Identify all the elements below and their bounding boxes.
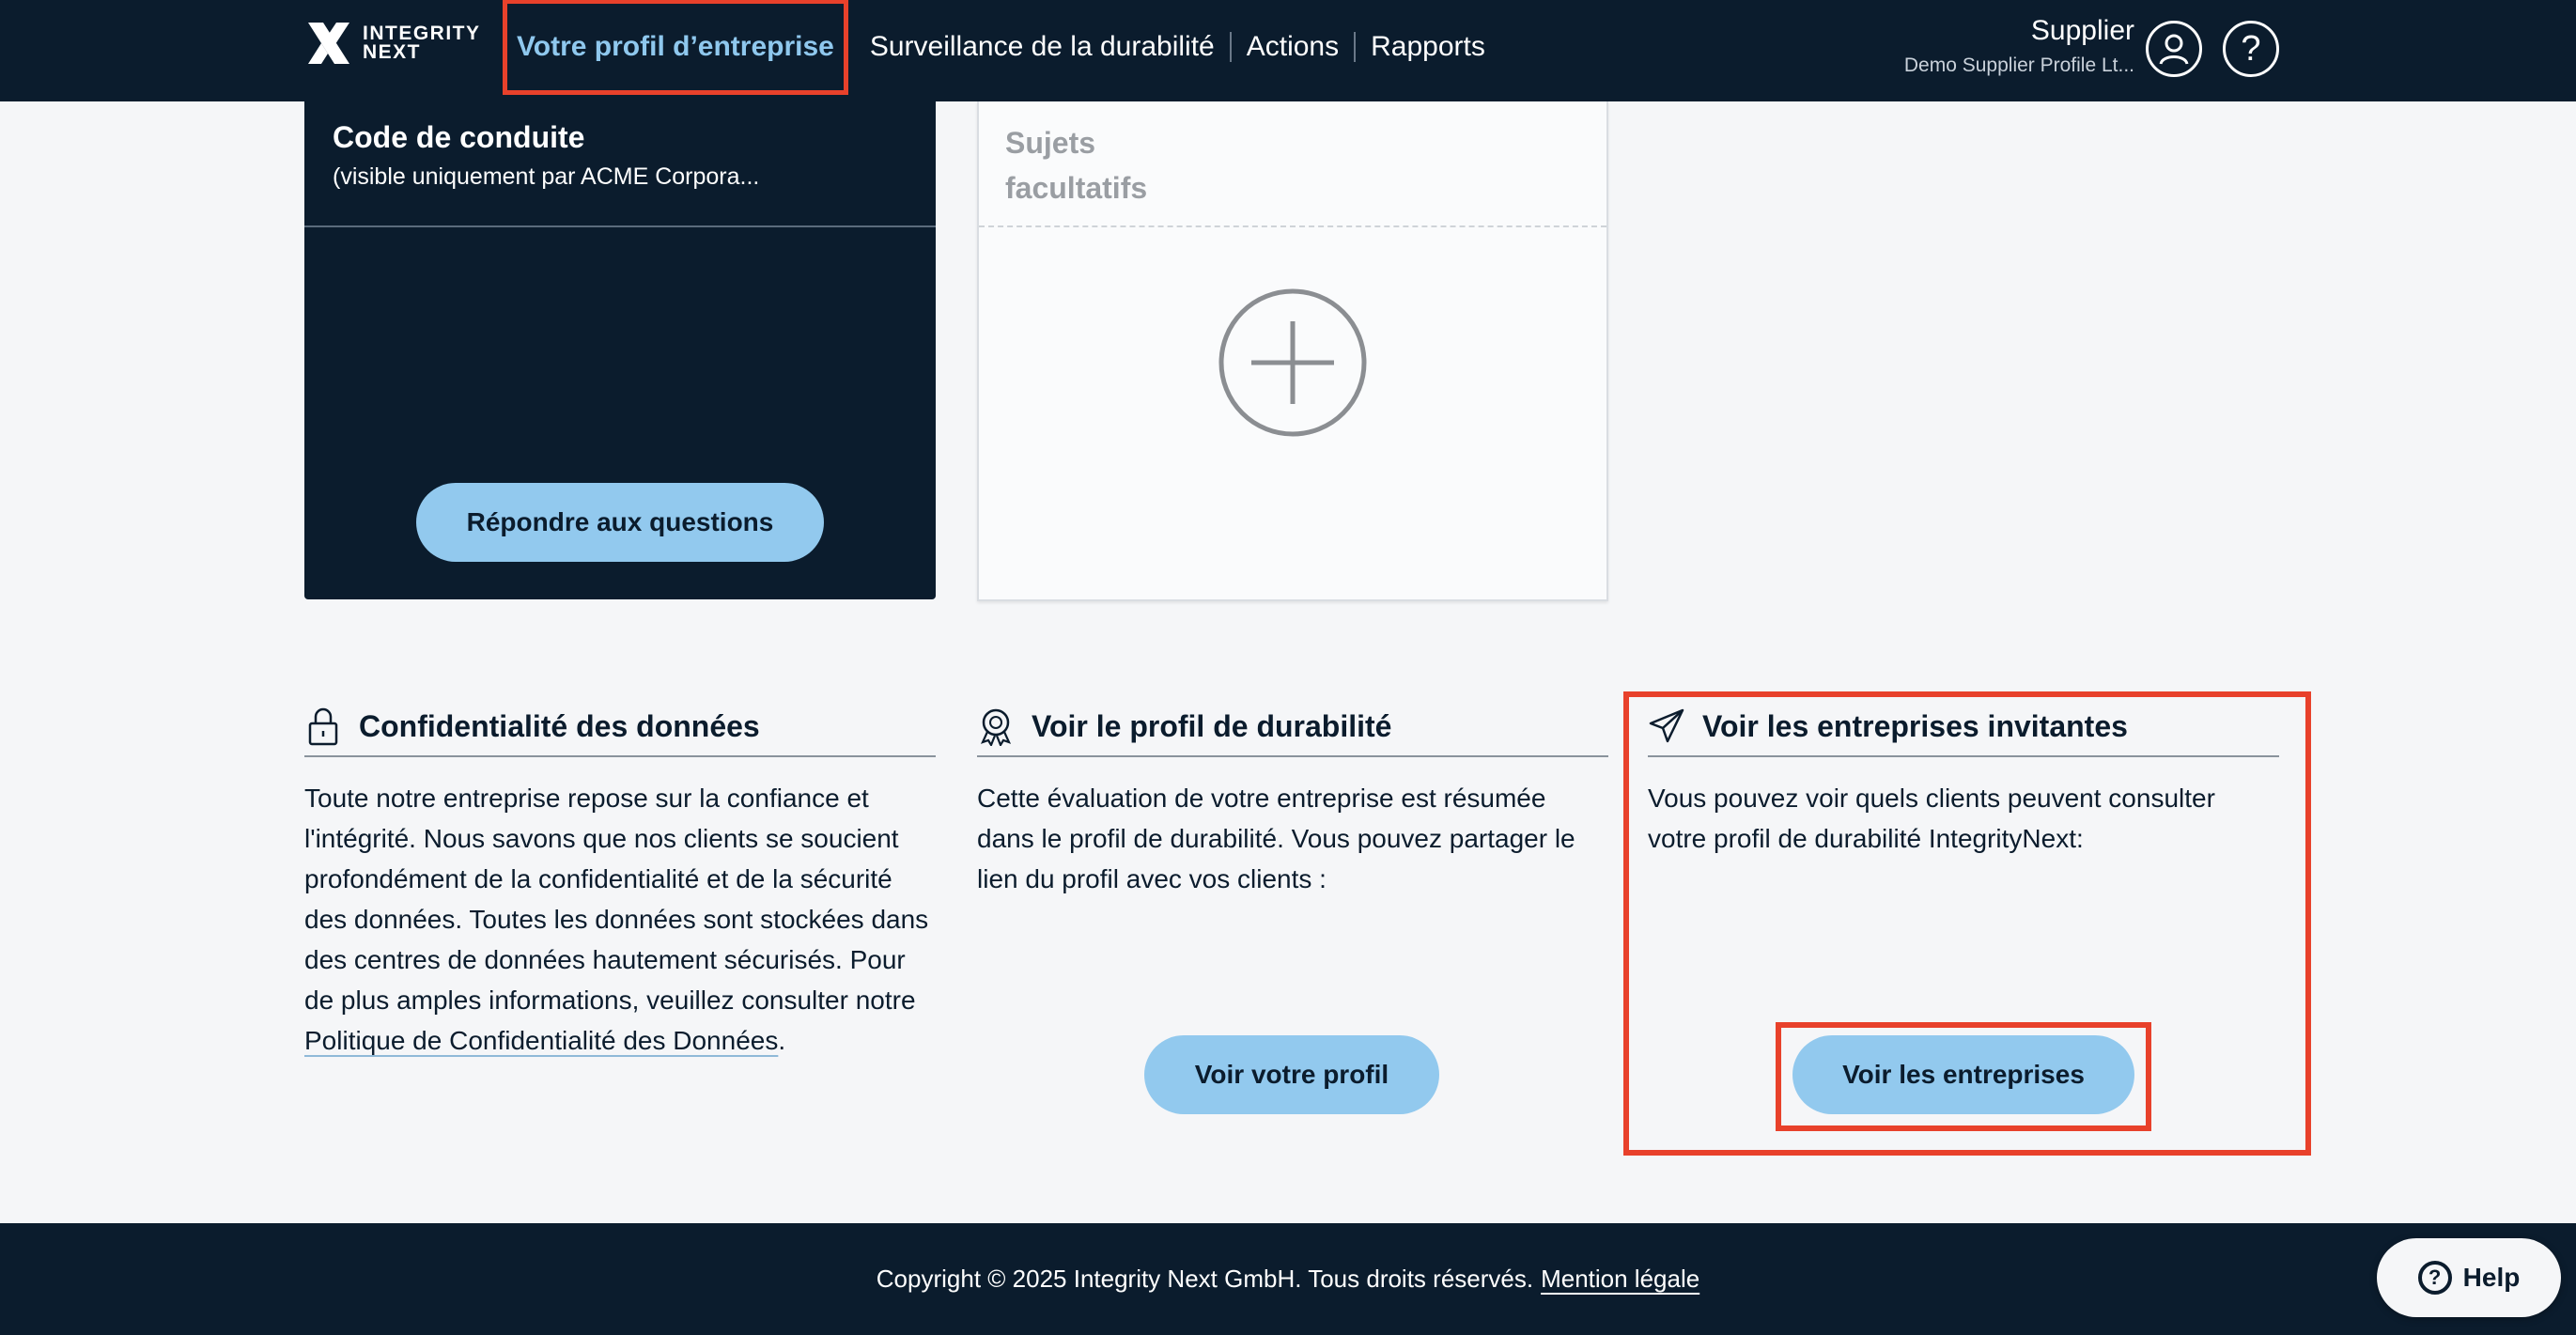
logo-text: INTEGRITY NEXT — [363, 23, 481, 63]
nav-item-reports[interactable]: Rapports — [1356, 31, 1500, 63]
card-title: Code de conduite — [333, 120, 585, 154]
integritynext-logo[interactable]: INTEGRITY NEXT — [303, 17, 481, 70]
user-name: Supplier — [2030, 15, 2134, 46]
paper-plane-icon — [1648, 706, 1685, 747]
section-body: Cette évaluation de votre entreprise est… — [977, 784, 1575, 893]
section-header: Voir les entreprises invitantes — [1648, 705, 2279, 757]
privacy-text: Toute notre entreprise repose sur la con… — [304, 784, 929, 1015]
nav-item-actions[interactable]: Actions — [1232, 31, 1354, 63]
card-subtitle: (visible uniquement par ACME Corpora... — [333, 163, 760, 190]
privacy-text-end: . — [778, 1026, 786, 1055]
nav-item-company-profile[interactable]: Votre profil d’entreprise — [503, 0, 848, 95]
optional-topics-card[interactable]: Sujets facultatifs — [977, 101, 1608, 601]
section-body: Vous pouvez voir quels clients peuvent c… — [1648, 784, 2215, 853]
view-companies-button[interactable]: Voir les entreprises — [1792, 1035, 2134, 1114]
award-badge-icon — [977, 706, 1015, 747]
data-privacy-section: Confidentialité des données Toute notre … — [304, 705, 936, 1061]
section-title: Confidentialité des données — [359, 708, 760, 743]
legal-notice-link[interactable]: Mention légale — [1541, 1265, 1699, 1294]
card-title: Sujets facultatifs — [1005, 126, 1148, 205]
lock-icon — [304, 706, 342, 747]
footer: Copyright © 2025 Integrity Next GmbH. To… — [0, 1223, 2576, 1335]
user-info[interactable]: Supplier Demo Supplier Profile Lt... — [1904, 15, 2134, 77]
main-nav: Votre profil d’entreprise Surveillance d… — [503, 0, 1500, 95]
view-profile-button[interactable]: Voir votre profil — [1144, 1035, 1439, 1114]
section-header: Voir le profil de durabilité — [977, 705, 1608, 757]
help-question-icon[interactable]: ? — [2223, 21, 2279, 77]
inviting-companies-section: Voir les entreprises invitantes Vous pou… — [1648, 705, 2279, 859]
logo-line-2: NEXT — [363, 41, 422, 63]
user-silhouette-icon — [2159, 34, 2189, 65]
answer-questions-button[interactable]: Répondre aux questions — [416, 483, 824, 562]
sustainability-profile-section: Voir le profil de durabilité Cette évalu… — [977, 705, 1608, 899]
nav-item-sustainability-monitoring[interactable]: Surveillance de la durabilité — [855, 31, 1230, 63]
privacy-policy-link[interactable]: Politique de Confidentialité des Données — [304, 1026, 778, 1055]
section-body: Toute notre entreprise repose sur la con… — [304, 778, 936, 1061]
card-divider — [979, 225, 1606, 227]
logo-line-1: INTEGRITY — [363, 23, 481, 44]
code-of-conduct-card: Code de conduite (visible uniquement par… — [304, 101, 936, 599]
card-divider — [304, 225, 936, 227]
plus-circle-icon[interactable] — [1218, 287, 1368, 438]
section-header: Confidentialité des données — [304, 705, 936, 757]
help-button[interactable]: ? Help — [2377, 1238, 2561, 1317]
section-title: Voir le profil de durabilité — [1032, 708, 1392, 743]
help-circle-icon: ? — [2417, 1261, 2452, 1295]
top-navigation-bar: INTEGRITY NEXT Votre profil d’entreprise… — [0, 0, 2576, 101]
copyright-text: Copyright © 2025 Integrity Next GmbH. To… — [876, 1265, 1534, 1293]
user-account-icon[interactable] — [2146, 21, 2202, 77]
section-title: Voir les entreprises invitantes — [1702, 708, 2128, 743]
help-label: Help — [2462, 1263, 2521, 1292]
logo-x-icon — [308, 23, 349, 64]
user-company: Demo Supplier Profile Lt... — [1903, 54, 2134, 76]
